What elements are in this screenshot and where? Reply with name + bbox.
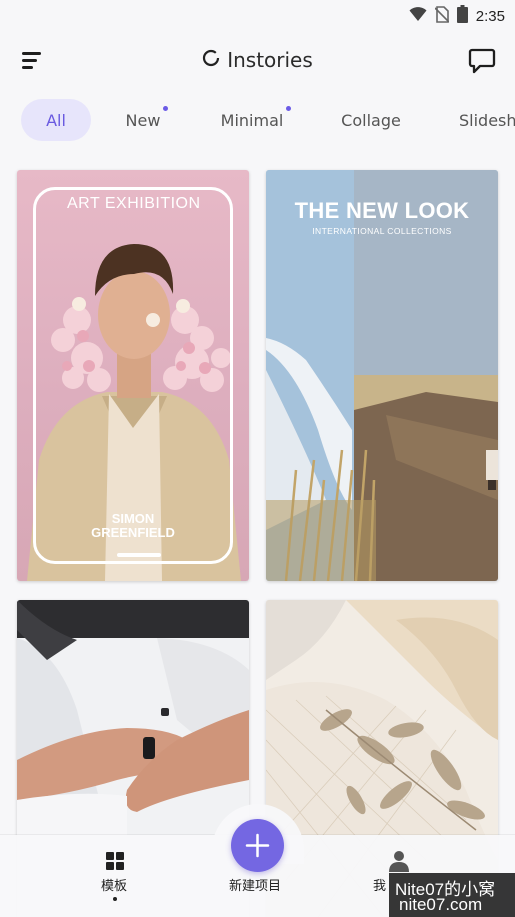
tab-label: New [125, 110, 161, 130]
app-title: Instories [227, 48, 313, 72]
new-indicator-dot [163, 106, 168, 111]
nav-profile-label: 我 [373, 879, 387, 894]
status-icons: 2:35 [409, 5, 505, 27]
story-frame [33, 187, 233, 564]
tab-slideshow[interactable]: Slidesh [451, 99, 515, 141]
chat-button[interactable] [467, 46, 497, 76]
category-tabs: All New Minimal Collage Slidesh [0, 98, 515, 144]
create-project-button[interactable] [231, 819, 284, 872]
plus-icon [245, 833, 270, 862]
template-card-new-look[interactable]: THE NEW LOOK INTERNATIONAL COLLECTIONS [266, 170, 498, 581]
nav-templates-label: 模板 [101, 879, 128, 894]
template-name: SIMON GREENFIELD [17, 512, 249, 540]
watermark: Nite07的小窝 nite07.com [389, 873, 515, 917]
tab-label: Minimal [220, 110, 284, 130]
template-name-line: GREENFIELD [91, 525, 175, 540]
battery-icon [456, 5, 468, 27]
wifi-icon [409, 6, 427, 26]
chat-bubble-icon [467, 48, 497, 80]
template-heading: THE NEW LOOK [294, 198, 470, 223]
no-sim-icon [434, 5, 450, 27]
tab-label: Slidesh [459, 110, 515, 130]
tab-collage[interactable]: Collage [333, 99, 409, 141]
grid-icon [106, 852, 124, 874]
nav-templates[interactable]: 模板 [95, 850, 135, 906]
app-title-group: Instories [0, 48, 515, 72]
status-time: 2:35 [475, 7, 505, 25]
frame-underline [117, 553, 161, 557]
tab-all[interactable]: All [21, 99, 91, 141]
template-name-line: SIMON [111, 511, 155, 526]
create-project-label: 新建项目 [229, 879, 282, 894]
template-subheading: INTERNATIONAL COLLECTIONS [312, 226, 452, 236]
tab-label: All [46, 110, 66, 130]
tab-minimal[interactable]: Minimal [210, 99, 294, 141]
new-indicator-dot [286, 106, 291, 111]
ring-logo-icon [202, 49, 220, 71]
nav-active-dot [113, 897, 117, 901]
tab-label: Collage [341, 110, 401, 130]
status-bar: 2:35 [0, 0, 515, 30]
template-card-art-exhibition[interactable]: ART EXHIBITION SIMON GREENFIELD [17, 170, 249, 581]
watermark-line: nite07.com [399, 895, 483, 914]
template-heading: ART EXHIBITION [67, 195, 201, 212]
app-header: Instories [0, 40, 515, 84]
